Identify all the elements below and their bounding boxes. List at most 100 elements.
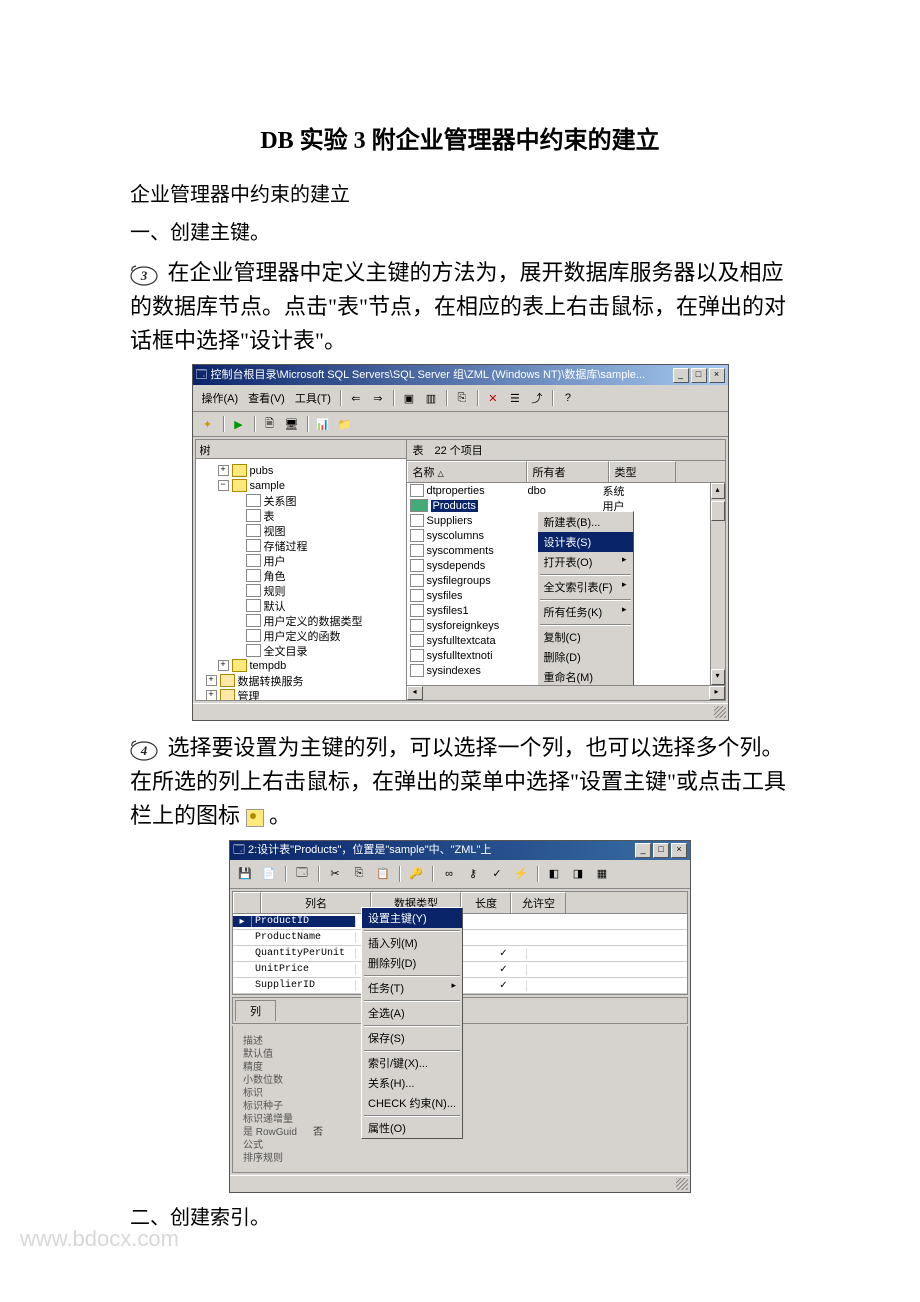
ctx-save[interactable]: 保存(S) — [362, 1028, 462, 1048]
up-icon[interactable]: ▣ — [399, 388, 419, 408]
copy-icon[interactable]: ⎘ — [452, 388, 472, 408]
app-icon: 🗔 — [196, 369, 211, 381]
tree-node-view[interactable]: 视图 — [198, 523, 404, 538]
resize-grip-icon[interactable] — [676, 1178, 688, 1190]
ctx-select-all[interactable]: 全选(A) — [362, 1003, 462, 1023]
save-icon[interactable]: 💾 — [234, 863, 256, 885]
tree-node-table[interactable]: 表 — [198, 508, 404, 523]
trigger-icon[interactable]: ⚡ — [510, 863, 532, 885]
step-3-icon: 3 — [130, 263, 162, 287]
copy-icon[interactable]: ⎘ — [348, 863, 370, 885]
indexes-icon[interactable]: ⚷ — [462, 863, 484, 885]
toolbar-icon[interactable]: ▥ — [421, 388, 441, 408]
ctx-all-tasks[interactable]: 所有任务(K) — [538, 602, 633, 622]
relationships-icon[interactable]: ∞ — [438, 863, 460, 885]
prop-rowguid-label: 是 RowGuid — [243, 1123, 313, 1136]
manage-icon[interactable]: ◨ — [567, 863, 589, 885]
tree-node-rule[interactable]: 规则 — [198, 583, 404, 598]
primary-key-icon[interactable]: 🔑 — [405, 863, 427, 885]
properties-icon[interactable]: 🗔 — [291, 863, 313, 885]
tree-node-tempdb[interactable]: +tempdb — [198, 658, 404, 673]
tree-node-user[interactable]: 用户 — [198, 553, 404, 568]
tree-node-udf[interactable]: 用户定义的函数 — [198, 628, 404, 643]
menu-view[interactable]: 查看(V) — [244, 389, 289, 407]
tree-node-role[interactable]: 角色 — [198, 568, 404, 583]
menu-action[interactable]: 操作(A) — [198, 389, 243, 407]
close-button[interactable]: × — [709, 368, 725, 383]
tree-node-udt[interactable]: 用户定义的数据类型 — [198, 613, 404, 628]
ctx-check[interactable]: CHECK 约束(N)... — [362, 1093, 462, 1113]
tree-pane: 树 +pubs −sample 关系图 表 视图 存储过程 用户 角色 规则 默… — [196, 440, 407, 700]
toolbar-row-2: ✦ ▶ 🗎 🖥 📊 📁 — [193, 412, 728, 437]
maximize-button[interactable]: □ — [691, 368, 707, 383]
step-4-paragraph: 4 选择要设置为主键的列，可以选择一个列，也可以选择多个列。在所选的列上右击鼠标… — [130, 731, 790, 833]
ctx-set-primary-key[interactable]: 设置主键(Y) — [362, 908, 462, 928]
vertical-scrollbar[interactable]: ▴ ▾ — [710, 483, 725, 685]
ctx-delete[interactable]: 删除(D) — [538, 647, 633, 667]
tree-node-pubs[interactable]: +pubs — [198, 463, 404, 478]
db-icon[interactable]: 🗎 — [260, 414, 280, 434]
cut-icon[interactable]: ✂ — [324, 863, 346, 885]
tree-node-dts[interactable]: +数据转换服务 — [198, 673, 404, 688]
tree-node-sample[interactable]: −sample — [198, 478, 404, 493]
tree-node-mgmt[interactable]: +管理 — [198, 688, 404, 700]
help-icon[interactable]: ? — [558, 388, 578, 408]
script-icon[interactable]: 📄 — [258, 863, 280, 885]
minimize-button[interactable]: _ — [673, 368, 689, 383]
wizard-icon[interactable]: ✦ — [198, 414, 218, 434]
context-menu: 新建表(B)... 设计表(S) 打开表(O) 全文索引表(F) 所有任务(K)… — [537, 511, 634, 685]
generate-icon[interactable]: ◧ — [543, 863, 565, 885]
properties-icon[interactable]: ☰ — [505, 388, 525, 408]
ctx-properties[interactable]: 属性(O) — [362, 1118, 462, 1138]
ctx-open-table[interactable]: 打开表(O) — [538, 552, 633, 572]
export-icon[interactable]: ⤴ — [527, 388, 547, 408]
separator — [340, 390, 341, 406]
ctx-fulltext-index[interactable]: 全文索引表(F) — [538, 577, 633, 597]
svg-text:4: 4 — [140, 743, 148, 758]
ctx-indexes[interactable]: 索引/键(X)... — [362, 1053, 462, 1073]
new-query-icon[interactable]: 📊 — [313, 414, 333, 434]
back-icon[interactable]: ⇐ — [346, 388, 366, 408]
tree-node-diagram[interactable]: 关系图 — [198, 493, 404, 508]
maximize-button[interactable]: □ — [653, 843, 669, 858]
tab-column[interactable]: 列 — [235, 1000, 276, 1021]
ctx-design-table[interactable]: 设计表(S) — [538, 532, 633, 552]
toolbar: 💾 📄 🗔 ✂ ⎘ 📋 🔑 ∞ ⚷ ✓ ⚡ ◧ ◨ ▦ — [230, 860, 690, 889]
ctx-new-table[interactable]: 新建表(B)... — [538, 512, 633, 532]
menu-tools[interactable]: 工具(T) — [291, 389, 335, 407]
grid-col-length[interactable]: 长度 — [461, 892, 511, 913]
close-button[interactable]: × — [671, 843, 687, 858]
check-icon[interactable]: ✓ — [486, 863, 508, 885]
table-row[interactable]: dtpropertiesdbo系统 — [407, 483, 725, 498]
forward-icon[interactable]: ⇒ — [368, 388, 388, 408]
run-icon[interactable]: ▶ — [229, 414, 249, 434]
horizontal-scrollbar[interactable]: ◂▸ — [407, 685, 725, 700]
server-icon[interactable]: 🖥 — [282, 414, 302, 434]
col-name[interactable]: 名称 △ — [407, 461, 527, 482]
ctx-delete-col[interactable]: 删除列(D) — [362, 953, 462, 973]
ctx-insert-col[interactable]: 插入列(M) — [362, 933, 462, 953]
folder-icon[interactable]: 📁 — [335, 414, 355, 434]
grid-col-name[interactable]: 列名 — [261, 892, 371, 913]
ctx-copy[interactable]: 复制(C) — [538, 627, 633, 647]
status-bar — [193, 703, 728, 720]
prop-idincr-label: 标识递增量 — [243, 1110, 313, 1123]
col-type[interactable]: 类型 — [609, 461, 676, 482]
ctx-relationships[interactable]: 关系(H)... — [362, 1073, 462, 1093]
ctx-task[interactable]: 任务(T) — [362, 978, 462, 998]
ctx-rename[interactable]: 重命名(M) — [538, 667, 633, 685]
paste-icon[interactable]: 📋 — [372, 863, 394, 885]
col-owner[interactable]: 所有者 — [527, 461, 609, 482]
menu-bar: 操作(A) 查看(V) 工具(T) ⇐ ⇒ ▣ ▥ ⎘ ✕ ☰ ⤴ ? — [193, 385, 728, 412]
resize-grip-icon[interactable] — [714, 706, 726, 718]
tree-node-fulltext[interactable]: 全文目录 — [198, 643, 404, 658]
prop-collation-label: 排序规则 — [243, 1149, 313, 1162]
delete-icon[interactable]: ✕ — [483, 388, 503, 408]
separator — [552, 390, 553, 406]
tree-node-default[interactable]: 默认 — [198, 598, 404, 613]
tree-node-sproc[interactable]: 存储过程 — [198, 538, 404, 553]
help-icon[interactable]: ▦ — [591, 863, 613, 885]
grid-col-allownull[interactable]: 允许空 — [511, 892, 566, 913]
app-icon: 🗔 — [233, 844, 248, 856]
minimize-button[interactable]: _ — [635, 843, 651, 858]
